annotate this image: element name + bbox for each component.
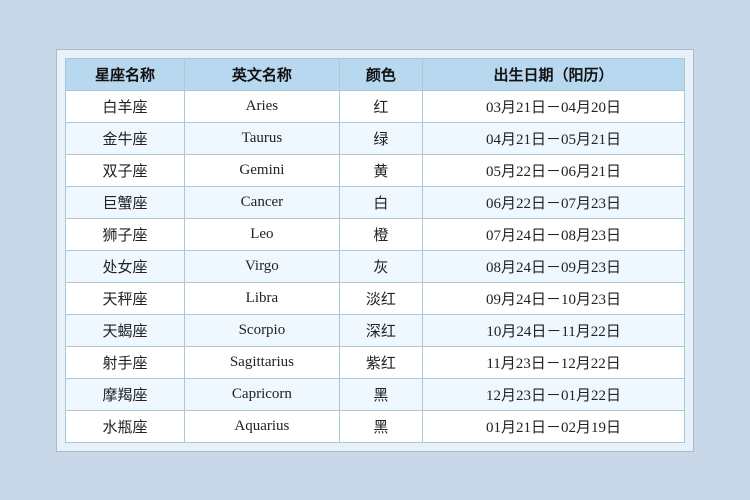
cell-zh: 水瓶座 [66, 410, 185, 442]
table-row: 射手座Sagittarius紫红11月23日－12月22日 [66, 346, 685, 378]
cell-color: 深红 [339, 314, 422, 346]
cell-date: 08月24日－09月23日 [423, 250, 685, 282]
table-row: 水瓶座Aquarius黑01月21日－02月19日 [66, 410, 685, 442]
cell-color: 橙 [339, 218, 422, 250]
cell-en: Aries [185, 90, 340, 122]
table-row: 摩羯座Capricorn黑12月23日－01月22日 [66, 378, 685, 410]
cell-date: 01月21日－02月19日 [423, 410, 685, 442]
cell-zh: 天蝎座 [66, 314, 185, 346]
header-en: 英文名称 [185, 58, 340, 90]
cell-zh: 狮子座 [66, 218, 185, 250]
cell-date: 09月24日－10月23日 [423, 282, 685, 314]
cell-zh: 白羊座 [66, 90, 185, 122]
cell-color: 淡红 [339, 282, 422, 314]
cell-zh: 射手座 [66, 346, 185, 378]
cell-zh: 天秤座 [66, 282, 185, 314]
cell-en: Virgo [185, 250, 340, 282]
cell-color: 紫红 [339, 346, 422, 378]
table-row: 狮子座Leo橙07月24日－08月23日 [66, 218, 685, 250]
header-zh: 星座名称 [66, 58, 185, 90]
cell-zh: 金牛座 [66, 122, 185, 154]
table-row: 天秤座Libra淡红09月24日－10月23日 [66, 282, 685, 314]
cell-zh: 双子座 [66, 154, 185, 186]
table-row: 巨蟹座Cancer白06月22日－07月23日 [66, 186, 685, 218]
cell-en: Leo [185, 218, 340, 250]
cell-zh: 摩羯座 [66, 378, 185, 410]
header-color: 颜色 [339, 58, 422, 90]
cell-date: 05月22日－06月21日 [423, 154, 685, 186]
cell-date: 06月22日－07月23日 [423, 186, 685, 218]
cell-color: 黑 [339, 410, 422, 442]
cell-en: Libra [185, 282, 340, 314]
cell-date: 10月24日－11月22日 [423, 314, 685, 346]
cell-en: Capricorn [185, 378, 340, 410]
table-row: 双子座Gemini黄05月22日－06月21日 [66, 154, 685, 186]
cell-en: Cancer [185, 186, 340, 218]
cell-en: Gemini [185, 154, 340, 186]
cell-en: Scorpio [185, 314, 340, 346]
table-row: 白羊座Aries红03月21日－04月20日 [66, 90, 685, 122]
cell-color: 黑 [339, 378, 422, 410]
table-row: 处女座Virgo灰08月24日－09月23日 [66, 250, 685, 282]
header-row: 星座名称 英文名称 颜色 出生日期（阳历） [66, 58, 685, 90]
cell-zh: 巨蟹座 [66, 186, 185, 218]
cell-color: 红 [339, 90, 422, 122]
cell-en: Aquarius [185, 410, 340, 442]
cell-color: 绿 [339, 122, 422, 154]
cell-date: 11月23日－12月22日 [423, 346, 685, 378]
cell-date: 07月24日－08月23日 [423, 218, 685, 250]
cell-date: 03月21日－04月20日 [423, 90, 685, 122]
cell-color: 灰 [339, 250, 422, 282]
cell-en: Sagittarius [185, 346, 340, 378]
cell-date: 04月21日－05月21日 [423, 122, 685, 154]
cell-date: 12月23日－01月22日 [423, 378, 685, 410]
header-date: 出生日期（阳历） [423, 58, 685, 90]
table-row: 金牛座Taurus绿04月21日－05月21日 [66, 122, 685, 154]
cell-color: 白 [339, 186, 422, 218]
cell-color: 黄 [339, 154, 422, 186]
zodiac-table: 星座名称 英文名称 颜色 出生日期（阳历） 白羊座Aries红03月21日－04… [65, 58, 685, 443]
cell-en: Taurus [185, 122, 340, 154]
cell-zh: 处女座 [66, 250, 185, 282]
table-container: 星座名称 英文名称 颜色 出生日期（阳历） 白羊座Aries红03月21日－04… [56, 49, 694, 452]
table-row: 天蝎座Scorpio深红10月24日－11月22日 [66, 314, 685, 346]
